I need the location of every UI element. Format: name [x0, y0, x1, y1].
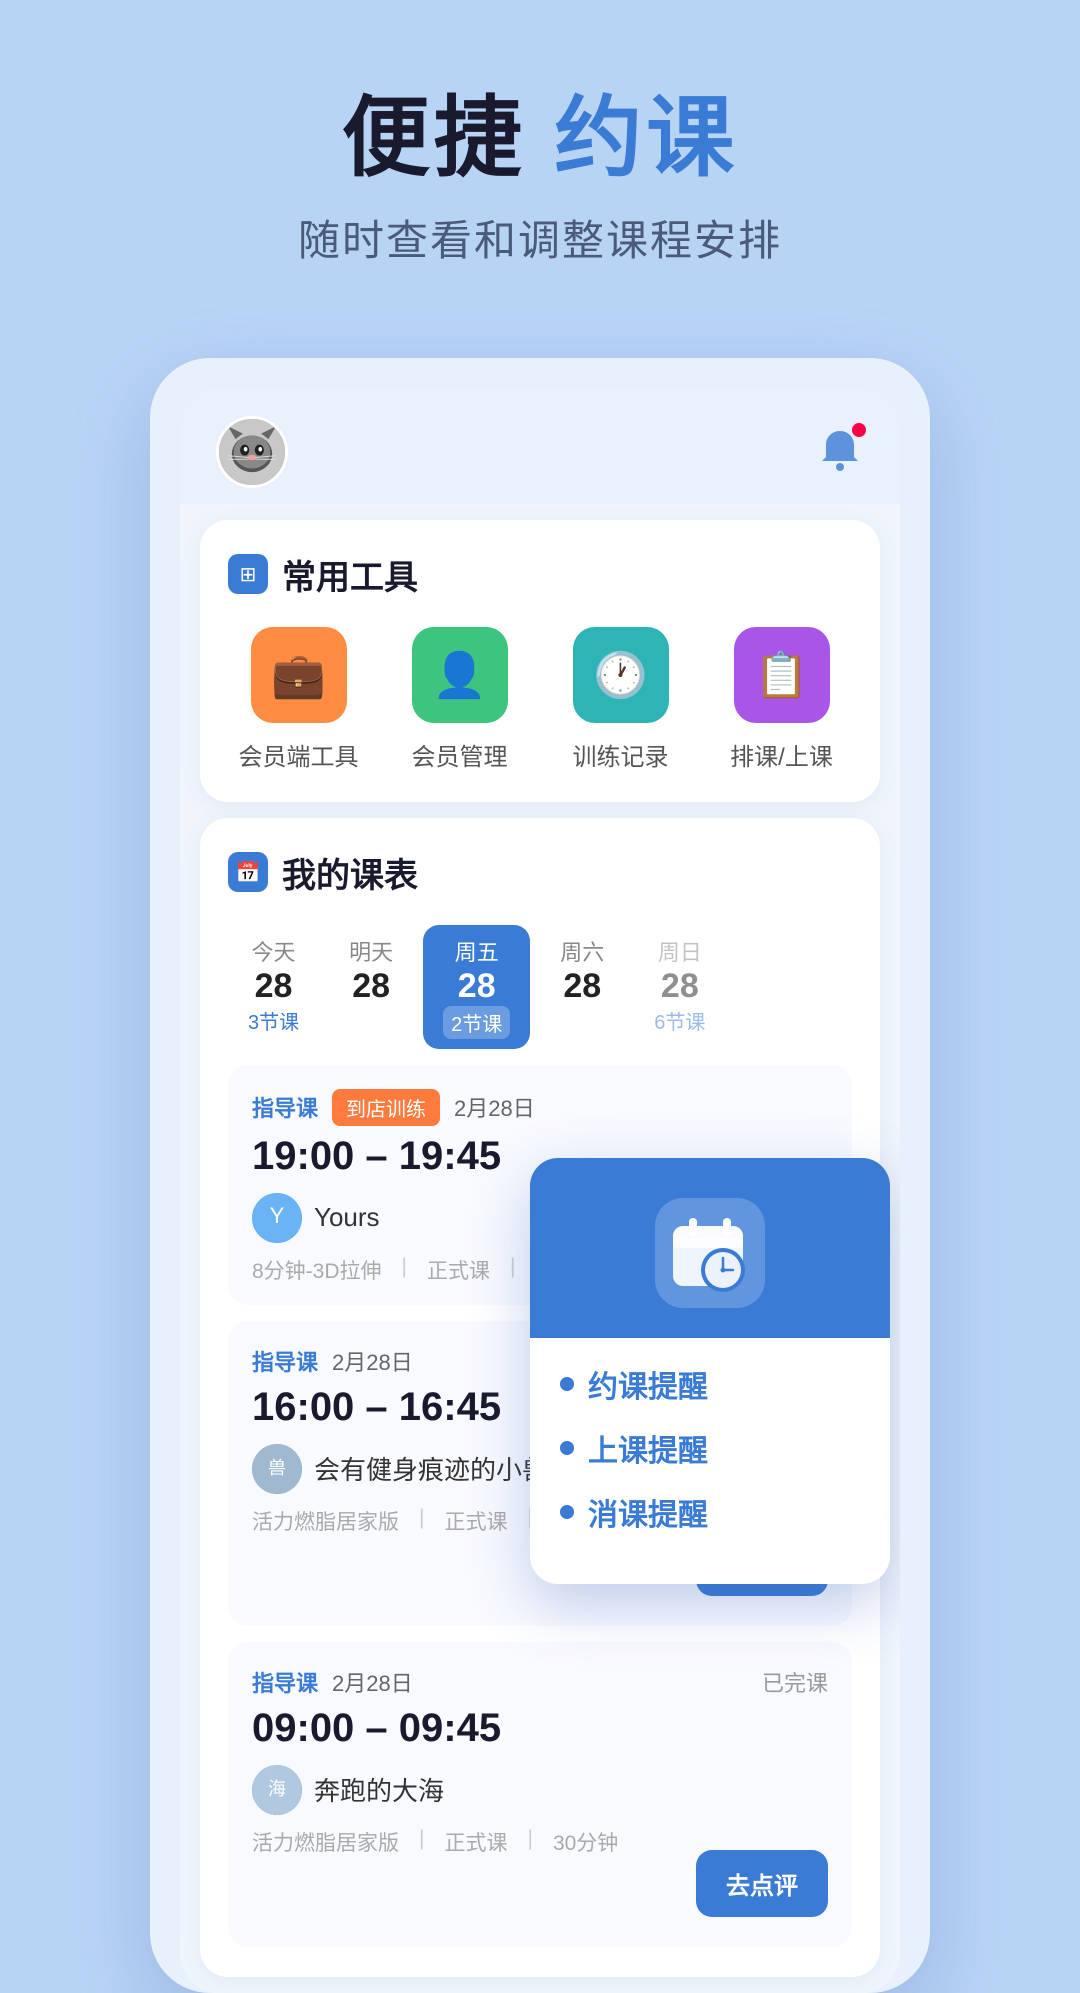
- lesson-1-date: 2月28日: [454, 1091, 535, 1123]
- svg-text:海: 海: [268, 1779, 286, 1799]
- notif-calendar-icon: [655, 1198, 765, 1308]
- lesson-3-trainer-name: 奔跑的大海: [314, 1771, 444, 1808]
- lesson-3-type: 指导课: [252, 1666, 318, 1698]
- tool-schedule-class[interactable]: 📋 排课/上课: [711, 627, 852, 772]
- tool-training-records[interactable]: 🕐 训练记录: [550, 627, 691, 772]
- hero-title-highlight: 约课: [554, 88, 738, 187]
- svg-text:兽: 兽: [268, 1458, 286, 1478]
- schedule-card: 📅 我的课表 今天 28 3节课 明天 28 周五 28 2节课: [200, 818, 880, 1977]
- lesson-1-trainer-avatar: Y: [252, 1193, 302, 1243]
- day-tab-friday-num: 28: [458, 967, 496, 1006]
- tool-member-manage[interactable]: 👤 会员管理: [389, 627, 530, 772]
- day-tab-today[interactable]: 今天 28 3节课: [228, 925, 319, 1049]
- tools-card: ⊞ 常用工具 💼 会员端工具 👤 会员管理 🕐 训练记录 📋: [200, 520, 880, 802]
- lesson-1-desc-1: 8分钟-3D拉伸: [252, 1255, 382, 1285]
- day-tab-sunday-sub: 6节课: [654, 1006, 705, 1035]
- phone-inner: ⊞ 常用工具 💼 会员端工具 👤 会员管理 🕐 训练记录 📋: [180, 388, 900, 1993]
- notif-text-1: 约课提醒: [588, 1362, 708, 1406]
- lesson-2-type: 指导课: [252, 1345, 318, 1377]
- lesson-3-status: 已完课: [762, 1666, 828, 1698]
- notif-dot-3: [560, 1505, 574, 1519]
- lesson-2-trainer-name: 会有健身痕迹的小兽: [314, 1450, 548, 1487]
- tool-icon-member-manage: 👤: [412, 627, 508, 723]
- hero-title: 便捷 约课: [60, 90, 1020, 187]
- notification-badge: [850, 421, 868, 439]
- day-tab-friday-sub: 2节课: [443, 1006, 510, 1039]
- notif-item-2: 上课提醒: [560, 1426, 860, 1470]
- avatar[interactable]: [216, 416, 288, 488]
- notif-item-3: 消课提醒: [560, 1490, 860, 1534]
- day-tab-sunday[interactable]: 周日 28 6节课: [634, 925, 725, 1049]
- lesson-1-trainer-name: Yours: [314, 1202, 380, 1233]
- day-tab-tomorrow-num: 28: [352, 967, 390, 1006]
- day-tab-saturday-num: 28: [563, 967, 601, 1006]
- tool-label-schedule-class: 排课/上课: [730, 737, 833, 772]
- day-tab-tomorrow[interactable]: 明天 28: [329, 925, 413, 1049]
- day-tab-sunday-label: 周日: [658, 935, 702, 967]
- day-tab-saturday[interactable]: 周六 28: [540, 925, 624, 1049]
- day-tab-today-sub: 3节课: [248, 1006, 299, 1035]
- lesson-3-time: 09:00 – 09:45: [252, 1706, 828, 1751]
- lesson-1-tag: 到店训练: [332, 1089, 440, 1126]
- lesson-card-3: 指导课 2月28日 已完课 09:00 – 09:45 海 奔跑的大海 活力燃脂…: [228, 1642, 852, 1947]
- schedule-section-icon: 📅: [228, 852, 268, 892]
- lesson-1-type: 指导课: [252, 1091, 318, 1123]
- tools-section-icon: ⊞: [228, 554, 268, 594]
- day-tab-tomorrow-label: 明天: [349, 935, 393, 967]
- day-tab-saturday-label: 周六: [560, 935, 604, 967]
- lesson-2-desc-1: 活力燃脂居家版: [252, 1506, 399, 1536]
- notification-bell[interactable]: [816, 425, 864, 478]
- day-tab-sunday-num: 28: [661, 967, 699, 1006]
- day-tab-friday[interactable]: 周五 28 2节课: [423, 925, 530, 1049]
- lesson-2-trainer-avatar: 兽: [252, 1444, 302, 1494]
- lesson-1-meta: 指导课 到店训练 2月28日: [252, 1089, 828, 1126]
- tool-icon-schedule-class: 📋: [734, 627, 830, 723]
- hero-title-normal: 便捷: [342, 88, 526, 187]
- phone-mockup: ⊞ 常用工具 💼 会员端工具 👤 会员管理 🕐 训练记录 📋: [150, 358, 930, 1993]
- day-tab-today-label: 今天: [252, 935, 296, 967]
- lesson-3-meta: 指导课 2月28日: [252, 1666, 828, 1698]
- notif-item-1: 约课提醒: [560, 1362, 860, 1406]
- tool-icon-training-records: 🕐: [573, 627, 669, 723]
- hero-subtitle: 随时查看和调整课程安排: [60, 207, 1020, 268]
- schedule-section-title: 我的课表: [282, 848, 418, 897]
- tool-label-training-records: 训练记录: [573, 737, 669, 772]
- day-tabs: 今天 28 3节课 明天 28 周五 28 2节课 周六 28: [228, 925, 852, 1049]
- tools-section-title: 常用工具: [282, 550, 418, 599]
- tools-section-header: ⊞ 常用工具: [228, 550, 852, 599]
- tool-icon-member-tools: 💼: [251, 627, 347, 723]
- lesson-3-desc-2: 正式课: [444, 1827, 507, 1857]
- notif-header: [530, 1158, 890, 1338]
- notif-dot-1: [560, 1377, 574, 1391]
- day-tab-today-num: 28: [255, 967, 293, 1006]
- notif-body: 约课提醒 上课提醒 消课提醒: [530, 1338, 890, 1584]
- schedule-section-header: 📅 我的课表: [228, 848, 852, 897]
- lesson-3-desc-3: 30分钟: [553, 1827, 618, 1857]
- notif-text-3: 消课提醒: [588, 1490, 708, 1534]
- tool-label-member-tools: 会员端工具: [239, 737, 359, 772]
- lesson-3-trainer-avatar: 海: [252, 1765, 302, 1815]
- lesson-3-trainer-row: 海 奔跑的大海: [252, 1765, 828, 1815]
- day-tab-friday-label: 周五: [455, 935, 499, 967]
- lesson-3-desc-1: 活力燃脂居家版: [252, 1827, 399, 1857]
- lesson-3-date: 2月28日: [332, 1666, 413, 1698]
- tools-grid: 💼 会员端工具 👤 会员管理 🕐 训练记录 📋 排课/上课: [228, 627, 852, 772]
- notif-text-2: 上课提醒: [588, 1426, 708, 1470]
- tool-member-tools[interactable]: 💼 会员端工具: [228, 627, 369, 772]
- lesson-1-desc-2: 正式课: [427, 1255, 490, 1285]
- hero-section: 便捷 约课 随时查看和调整课程安排: [0, 0, 1080, 318]
- lesson-2-desc-2: 正式课: [444, 1506, 507, 1536]
- lesson-3-review-button[interactable]: 去点评: [696, 1850, 828, 1917]
- svg-text:Y: Y: [270, 1203, 285, 1228]
- notif-dot-2: [560, 1441, 574, 1455]
- lesson-2-date: 2月28日: [332, 1345, 413, 1377]
- notification-popup: 约课提醒 上课提醒 消课提醒: [530, 1158, 890, 1584]
- phone-topbar: [180, 388, 900, 504]
- tool-label-member-manage: 会员管理: [412, 737, 508, 772]
